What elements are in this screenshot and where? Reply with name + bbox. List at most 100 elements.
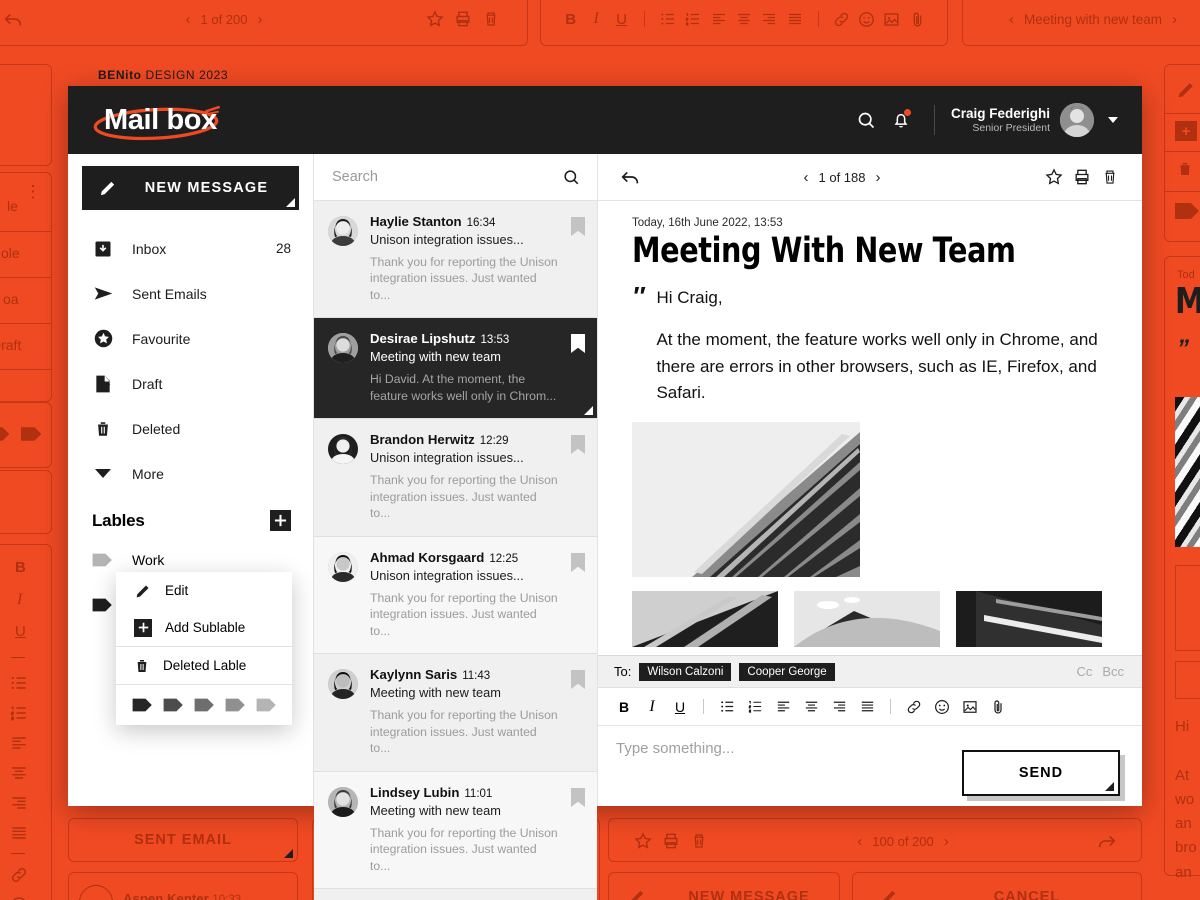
align-justify-icon[interactable] — [783, 5, 806, 33]
top-toolbar-subject[interactable]: ‹ Meeting with new team › — [962, 0, 1200, 46]
add-label-button[interactable] — [270, 510, 291, 531]
italic-button[interactable]: I — [640, 695, 664, 719]
prev-icon[interactable]: ‹ — [857, 834, 862, 849]
label-color-swatches[interactable] — [116, 685, 292, 725]
trash-icon[interactable] — [1096, 163, 1124, 191]
send-button[interactable]: SEND — [962, 750, 1120, 796]
sidebar-item-deleted[interactable]: Deleted — [68, 406, 313, 451]
cc-button[interactable]: Cc — [1076, 664, 1092, 679]
attachment-thumb[interactable] — [794, 591, 940, 648]
recipient-chip[interactable]: Wilson Calzoni — [639, 662, 732, 681]
attachment-icon[interactable] — [986, 695, 1010, 719]
swatch-tag-icon[interactable] — [225, 697, 247, 713]
bcc-button[interactable]: Bcc — [1102, 664, 1124, 679]
image-icon[interactable] — [958, 695, 982, 719]
align-right-icon[interactable] — [827, 695, 851, 719]
star-icon[interactable] — [1040, 163, 1068, 191]
italic-button[interactable]: I — [584, 5, 607, 33]
bookmark-icon[interactable] — [571, 552, 585, 639]
chevron-down-icon[interactable] — [1108, 117, 1118, 123]
bold-button[interactable]: B — [612, 695, 636, 719]
ghost-bottom-toolbar[interactable]: ‹ 100 of 200 › — [608, 818, 1142, 862]
underline-button[interactable]: U — [668, 695, 692, 719]
bulleted-list-icon[interactable] — [656, 5, 679, 33]
next-icon[interactable]: › — [1172, 12, 1177, 27]
prev-icon[interactable]: ‹ — [186, 12, 191, 27]
more-dots-icon[interactable]: ⋮ — [24, 183, 42, 200]
swatch-tag-icon[interactable] — [256, 697, 278, 713]
emoji-icon[interactable] — [855, 5, 878, 33]
prev-icon[interactable]: ‹ — [804, 170, 809, 185]
align-left-icon[interactable] — [707, 5, 730, 33]
top-toolbar-left[interactable]: ‹ 1 of 200 › — [0, 0, 528, 46]
image-icon[interactable] — [880, 5, 903, 33]
message-list-item[interactable]: Ahmad Korsgaard 12:25 Unison integration i… — [314, 536, 597, 655]
ghost-cancel-button[interactable]: CANCEL — [852, 872, 1142, 900]
numbered-list-icon[interactable] — [743, 695, 767, 719]
sidebar-item-favourite[interactable]: Favourite — [68, 316, 313, 361]
bell-icon[interactable] — [884, 103, 918, 137]
sidebar-item-inbox[interactable]: Inbox 28 — [68, 226, 313, 271]
sidebar-item-sent-emails[interactable]: Sent Emails — [68, 271, 313, 316]
trash-icon[interactable] — [477, 5, 505, 33]
recipient-chip[interactable]: Cooper George — [739, 662, 835, 681]
ghost-sent-email-button[interactable]: SENT EMAIL — [68, 818, 298, 862]
context-menu-item-edit[interactable]: Edit — [116, 572, 292, 609]
bookmark-icon[interactable] — [571, 334, 585, 404]
new-message-button[interactable]: NEW MESSAGE — [82, 166, 299, 210]
printer-icon[interactable] — [449, 5, 477, 33]
message-list-item[interactable]: Haylie Stanton 16:34 Unison integration is… — [314, 201, 597, 319]
underline-button[interactable]: U — [610, 5, 633, 33]
bookmark-icon[interactable] — [571, 217, 585, 303]
search-icon[interactable] — [562, 168, 581, 187]
compose-textarea[interactable]: Type something... SEND — [598, 726, 1142, 806]
attachment-image[interactable] — [632, 422, 860, 578]
align-left-icon[interactable] — [771, 695, 795, 719]
context-menu-item-add-sublable[interactable]: Add Sublable — [116, 609, 292, 646]
forward-arrow-icon[interactable] — [1093, 827, 1121, 855]
sidebar-item-more[interactable]: More — [68, 451, 313, 496]
align-center-icon[interactable] — [732, 5, 755, 33]
trash-icon[interactable] — [685, 827, 713, 855]
pager-top-left[interactable]: ‹ 1 of 200 › — [186, 12, 263, 27]
sidebar-item-draft[interactable]: Draft — [68, 361, 313, 406]
attachment-icon[interactable] — [906, 5, 929, 33]
bulleted-list-icon[interactable] — [715, 695, 739, 719]
pager-bottom[interactable]: ‹ 100 of 200 › — [857, 834, 948, 849]
next-icon[interactable]: › — [944, 834, 949, 849]
swatch-tag-icon[interactable] — [132, 697, 154, 713]
reply-arrow-icon[interactable] — [0, 5, 27, 33]
message-list-item[interactable]: Aspen Kenter10:33Unison integration issu… — [314, 888, 597, 900]
numbered-list-icon[interactable] — [681, 5, 704, 33]
attachment-thumb[interactable] — [956, 591, 1102, 648]
star-icon[interactable] — [629, 827, 657, 855]
bold-button[interactable]: B — [559, 5, 582, 33]
link-icon[interactable] — [829, 5, 852, 33]
context-menu-item-deleted-lable[interactable]: Deleted Lable — [116, 647, 292, 684]
link-icon[interactable] — [902, 695, 926, 719]
user-menu[interactable]: Craig Federighi Senior President — [951, 103, 1118, 137]
bookmark-icon[interactable] — [571, 787, 585, 874]
align-justify-icon[interactable] — [855, 695, 879, 719]
align-right-icon[interactable] — [758, 5, 781, 33]
message-list-item[interactable]: Desirae Lipshutz 13:53 Meeting with new te… — [314, 318, 597, 420]
avatar[interactable] — [1060, 103, 1094, 137]
reader-pager[interactable]: ‹ 1 of 188 › — [804, 170, 881, 185]
emoji-icon[interactable] — [930, 695, 954, 719]
next-icon[interactable]: › — [258, 12, 263, 27]
attachment-thumb[interactable] — [632, 591, 778, 648]
search-input[interactable] — [332, 169, 562, 185]
subject-pager[interactable]: ‹ Meeting with new team › — [1009, 12, 1177, 27]
prev-icon[interactable]: ‹ — [1009, 12, 1014, 27]
swatch-tag-icon[interactable] — [194, 697, 216, 713]
search-icon[interactable] — [850, 103, 884, 137]
top-toolbar-format[interactable]: B I U — [540, 0, 948, 46]
message-list-item[interactable]: Kaylynn Saris 11:43 Meeting with new team T… — [314, 654, 597, 772]
printer-icon[interactable] — [1068, 163, 1096, 191]
message-list-item[interactable]: Lindsey Lubin 11:01 Meeting with new team T… — [314, 771, 597, 889]
star-icon[interactable] — [421, 5, 449, 33]
ghost-new-message-button[interactable]: NEW MESSAGE — [608, 872, 840, 900]
swatch-tag-icon[interactable] — [163, 697, 185, 713]
bookmark-icon[interactable] — [571, 670, 585, 756]
search-bar[interactable] — [314, 154, 597, 201]
